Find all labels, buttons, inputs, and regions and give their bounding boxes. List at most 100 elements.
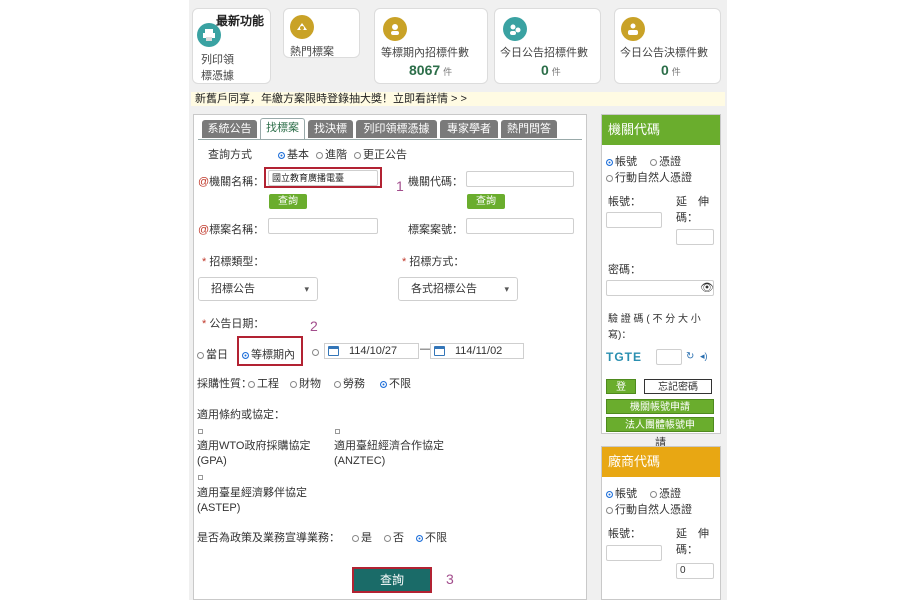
refresh-icon[interactable]: ↻ — [686, 351, 694, 362]
agency-name-query-button[interactable]: 查詢 — [269, 194, 307, 209]
policy-all-radio[interactable]: 不限 — [416, 529, 447, 545]
date-label: * 公告日期： — [202, 318, 265, 330]
tender-method-select[interactable]: 各式招標公告 ▾ — [398, 277, 518, 301]
anztec-label-2: (ANZTEC) — [334, 455, 386, 467]
vendor-opt-account[interactable]: 帳號 — [606, 485, 637, 501]
agency-login-header: 機關代碼 — [602, 115, 720, 145]
latest-features-title: 最新功能 — [216, 14, 265, 28]
vendor-opt-natural[interactable]: 行動自然人憑證 — [606, 501, 692, 517]
tender-type-select[interactable]: 招標公告 ▾ — [198, 277, 318, 301]
mode-advanced-radio[interactable]: 進階 — [316, 146, 347, 162]
tender-name-input[interactable] — [268, 218, 378, 234]
agency-name-label: @機關名稱： — [198, 176, 265, 188]
tender-no-input[interactable] — [466, 218, 574, 234]
tab-find-tender[interactable]: 找標案 — [260, 118, 305, 139]
gpa-label: 適用WTO政府採購協定 — [197, 440, 311, 452]
vendor-login-panel: 廠商代碼 帳號 憑證 行動自然人憑證 帳號： 延 伸 碼： 0 — [601, 446, 721, 600]
annotation-2: 2 — [310, 318, 318, 334]
annotation-3: 3 — [446, 571, 454, 587]
today-tender-count: 0件 — [541, 62, 561, 78]
agency-opt-cert[interactable]: 憑證 — [650, 153, 681, 169]
agency-captcha-label-2: 寫)： — [608, 330, 632, 341]
procure-all-radio[interactable]: 不限 — [380, 375, 411, 391]
today-award-count: 0件 — [661, 62, 681, 78]
vendor-account-label: 帳號： — [608, 528, 641, 540]
annotation-1: 1 — [396, 178, 404, 194]
procure-service-radio[interactable]: 勞務 — [334, 375, 365, 391]
search-panel: 系統公告 找標案 找決標 列印領標憑據 專家學者 熱門問答 查詢方式 基本 進階… — [193, 114, 587, 600]
tab-find-award[interactable]: 找決標 — [308, 120, 353, 138]
policy-yes-radio[interactable]: 是 — [352, 529, 372, 545]
policy-no-radio[interactable]: 否 — [384, 529, 404, 545]
apply-agency-account-button[interactable]: 機關帳號申請 — [606, 399, 714, 414]
agency-password-label: 密碼： — [608, 264, 641, 276]
procure-goods-radio[interactable]: 財物 — [290, 375, 321, 391]
print-label-line2: 標憑據 — [201, 70, 234, 82]
card-today-tender[interactable]: 今日公告招標件數 0件 — [494, 8, 601, 84]
gpa-label-2: (GPA) — [197, 455, 227, 467]
announcement-marquee[interactable]: 新舊戶同享，年繳方案限時登錄抽大獎！立即看詳情 > > — [191, 92, 725, 106]
captcha-image: TGTE — [606, 350, 642, 364]
tab-experts[interactable]: 專家學者 — [440, 120, 498, 138]
apply-org-account-button[interactable]: 法人團體帳號申 — [606, 417, 714, 432]
anztec-label: 適用臺紐經濟合作協定 — [334, 440, 444, 452]
date-range-radio[interactable] — [312, 346, 321, 358]
mode-correction-radio[interactable]: 更正公告 — [354, 146, 407, 162]
bidding-icon — [383, 17, 407, 41]
calendar-icon — [434, 346, 445, 356]
vendor-ext-input[interactable]: 0 — [676, 563, 714, 579]
agency-code-query-button[interactable]: 查詢 — [467, 194, 505, 209]
card-print-receipt[interactable]: 最新功能 列印領 標憑據 — [192, 8, 271, 84]
today-tender-icon — [503, 17, 527, 41]
agency-login-button[interactable]: 登 — [606, 379, 636, 394]
today-award-icon — [621, 17, 645, 41]
date-today-radio[interactable]: 當日 — [197, 346, 228, 362]
chevron-down-icon: ▾ — [304, 284, 309, 294]
agency-code-input[interactable] — [466, 171, 574, 187]
audio-icon[interactable]: ◂) — [700, 351, 708, 362]
gpa-checkbox[interactable] — [198, 429, 203, 434]
query-mode-label: 查詢方式 — [208, 149, 252, 161]
agency-opt-natural[interactable]: 行動自然人憑證 — [606, 169, 692, 185]
treaty-label: 適用條約或協定： — [197, 409, 285, 421]
agency-password-input[interactable] — [606, 280, 714, 296]
tender-method-label: * 招標方式： — [402, 256, 465, 268]
hot-tender-label: 熱門標案 — [290, 46, 334, 58]
agency-opt-account[interactable]: 帳號 — [606, 153, 637, 169]
anztec-checkbox[interactable] — [335, 429, 340, 434]
chevron-down-icon: ▾ — [504, 284, 509, 294]
tab-underline — [198, 139, 582, 140]
vendor-ext-label: 延 伸 — [676, 528, 709, 540]
mode-basic-radio[interactable]: 基本 — [278, 146, 309, 162]
date-to-input[interactable]: 114/11/02 — [430, 343, 524, 359]
card-bidding-period[interactable]: 等標期內招標件數 8067 件 — [374, 8, 488, 84]
app-frame: 最新功能 列印領 標憑據 熱門標案 等標期內招標件數 8067 件 今日公告招標件… — [189, 0, 727, 600]
vendor-ext-label-2: 碼： — [676, 544, 698, 556]
agency-login-panel: 機關代碼 帳號 憑證 行動自然人憑證 帳號： 延 伸 碼： 密碼： 👁 驗 證 … — [601, 114, 721, 434]
print-icon — [197, 23, 221, 47]
card-today-award[interactable]: 今日公告決標件數 0件 — [614, 8, 721, 84]
agency-ext-input[interactable] — [676, 229, 714, 245]
highlight-agency-name — [264, 167, 382, 188]
agency-ext-label: 延 伸 — [676, 196, 709, 208]
vendor-account-input[interactable] — [606, 545, 662, 561]
agency-ext-label-2: 碼： — [676, 212, 698, 224]
print-label-line1: 列印領 — [201, 54, 234, 66]
agency-account-input[interactable] — [606, 212, 662, 228]
forgot-password-button[interactable]: 忘記密碼 — [644, 379, 712, 394]
procure-work-radio[interactable]: 工程 — [248, 375, 279, 391]
eye-icon[interactable]: 👁 — [700, 281, 714, 294]
tab-print-receipt[interactable]: 列印領標憑據 — [356, 120, 437, 138]
tab-system-announcement[interactable]: 系統公告 — [202, 120, 257, 138]
astep-checkbox[interactable] — [198, 475, 203, 480]
tab-faq[interactable]: 熱門問答 — [501, 120, 557, 138]
card-hot-tenders[interactable]: 熱門標案 — [283, 8, 360, 58]
search-submit-button[interactable]: 查詢 — [352, 567, 432, 593]
vendor-opt-cert[interactable]: 憑證 — [650, 485, 681, 501]
marquee-text: 新舊戶同享，年繳方案限時登錄抽大獎！立即看詳情 > > — [195, 93, 467, 105]
vendor-login-header: 廠商代碼 — [602, 447, 720, 477]
date-from-input[interactable]: 114/10/27 — [324, 343, 419, 359]
today-tender-label: 今日公告招標件數 — [500, 47, 588, 59]
agency-captcha-input[interactable] — [656, 349, 682, 365]
highlight-date-period — [237, 336, 303, 366]
